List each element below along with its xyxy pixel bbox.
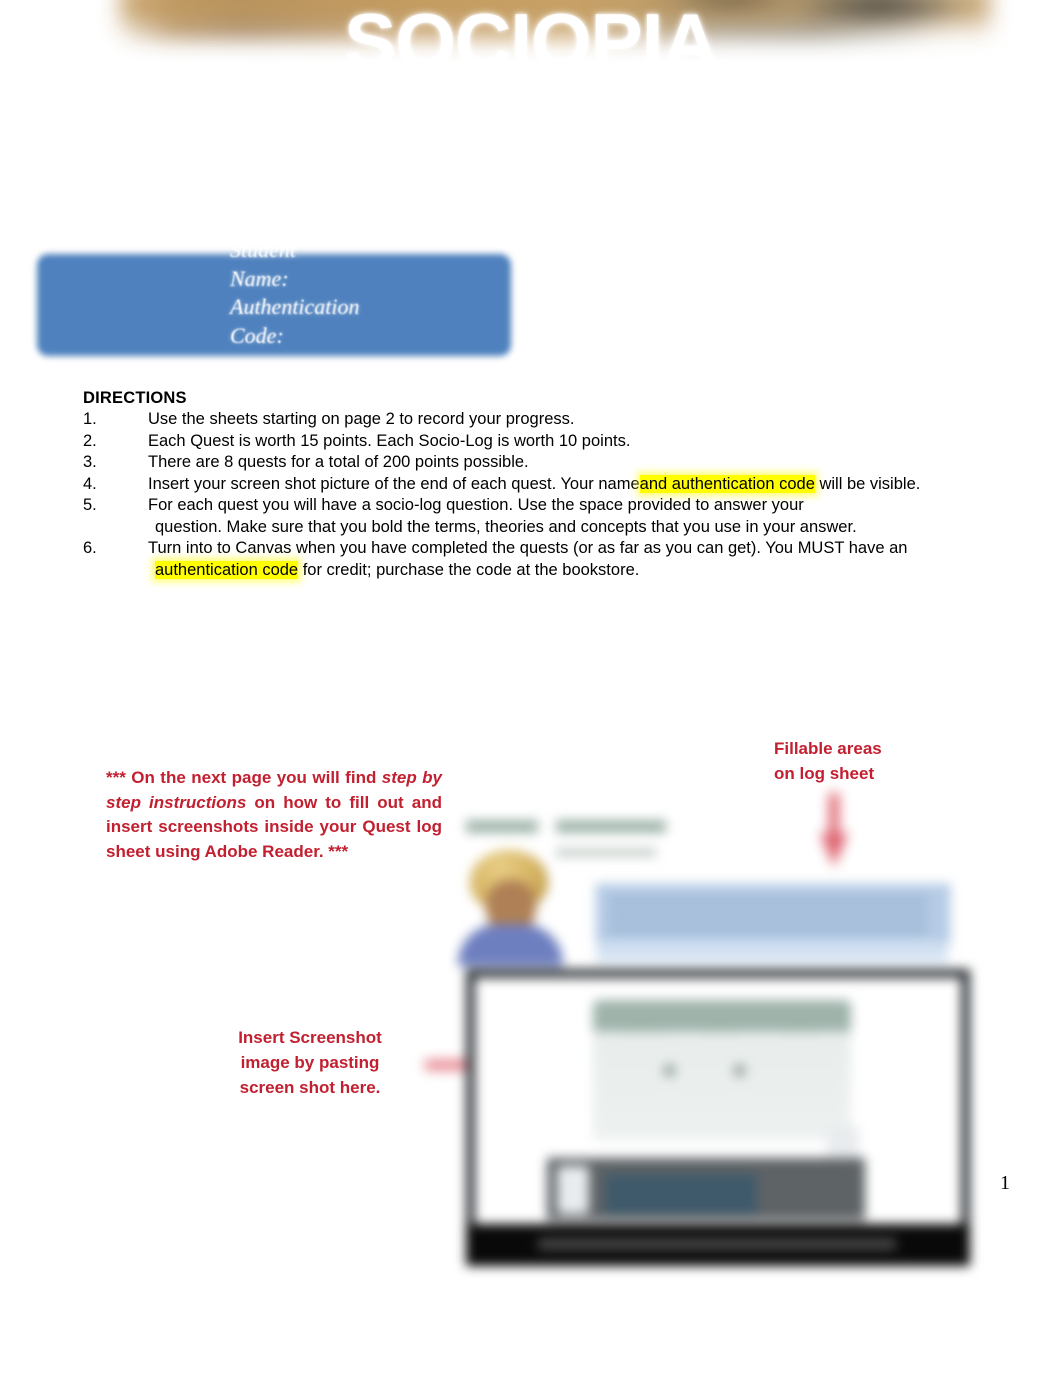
list-item-continuation: authentication code for credit; purchase… bbox=[83, 560, 1048, 582]
log-sheet-preview-image bbox=[448, 806, 988, 1286]
preview-heading-left bbox=[466, 820, 538, 833]
preview-shot-badge bbox=[557, 1166, 589, 1214]
list-item-number: 4. bbox=[83, 474, 97, 493]
directions-heading: DIRECTIONS bbox=[83, 389, 187, 407]
preview-shot-footer-inner bbox=[605, 1174, 757, 1214]
log-sheet-preview-graphic bbox=[448, 806, 988, 1286]
callout-line-3: screen shot here. bbox=[239, 1078, 381, 1097]
list-item-number: 1. bbox=[83, 410, 97, 428]
preview-screenshot-frame bbox=[466, 969, 970, 1266]
list-item: 4. Insert your screen shot picture of th… bbox=[83, 474, 1048, 496]
page-title: SOCIOPIA bbox=[344, 0, 718, 85]
preview-field-line bbox=[608, 926, 928, 932]
list-item-text: There are 8 quests for a total of 200 po… bbox=[148, 453, 529, 471]
callout-next-page: *** On the next page you will find step … bbox=[106, 766, 442, 864]
list-item-continuation-text: for credit; purchase the code at the boo… bbox=[298, 560, 640, 579]
list-item: 6. Turn into to Canvas when you have com… bbox=[83, 538, 1048, 560]
list-item-text: Turn into to Canvas when you have comple… bbox=[148, 539, 908, 557]
directions-section: DIRECTIONS 1. Use the sheets starting on… bbox=[83, 388, 1048, 581]
preview-shot-tab bbox=[781, 1016, 817, 1032]
avatar-body bbox=[458, 924, 563, 966]
page-number: 1 bbox=[1000, 1172, 1010, 1194]
student-info-labels: Student Name: Authentication Code: bbox=[230, 237, 360, 348]
preview-field-line bbox=[608, 898, 928, 904]
preview-shot-tab bbox=[625, 1016, 661, 1032]
list-item-number: 2. bbox=[83, 431, 97, 450]
list-item-continuation: question. Make sure that you bold the te… bbox=[155, 517, 857, 536]
preview-shot-dot bbox=[733, 1064, 746, 1077]
list-item-text-after: will be visible. bbox=[814, 474, 921, 493]
callout-line-1: Fillable areas bbox=[774, 739, 882, 758]
list-item: 2. Each Quest is worth 15 points. Each S… bbox=[83, 431, 1048, 453]
preview-shot-tab bbox=[703, 1016, 739, 1032]
callout-line-1: Insert Screenshot bbox=[238, 1028, 382, 1047]
highlighted-phrase: authentication code bbox=[155, 560, 299, 579]
callout-line-2: image by pasting bbox=[240, 1053, 380, 1072]
callout-line-1: *** On the next page you will find bbox=[106, 768, 382, 787]
preview-shot-dot bbox=[663, 1064, 676, 1077]
list-item-text-before: Insert your screen shot picture of the e… bbox=[148, 474, 640, 493]
preview-subheading bbox=[556, 848, 656, 857]
list-item: 3. There are 8 quests for a total of 200… bbox=[83, 452, 1048, 474]
list-item-number: 5. bbox=[83, 496, 97, 514]
highlighted-phrase: and authentication code bbox=[639, 474, 815, 493]
list-item-text: Use the sheets starting on page 2 to rec… bbox=[148, 410, 575, 428]
list-item-number: 6. bbox=[83, 539, 97, 557]
preview-fillable-field-secondary bbox=[596, 942, 948, 962]
preview-black-caption-text bbox=[538, 1238, 896, 1250]
list-item-text: Insert your screen shot picture of the e… bbox=[148, 474, 1048, 496]
list-item-text: Each Quest is worth 15 points. Each Soci… bbox=[148, 431, 631, 450]
header-banner: SOCIOPIA bbox=[0, 0, 1062, 95]
list-item-text: For each quest you will have a socio-log… bbox=[148, 496, 804, 514]
callout-insert-screenshot: Insert Screenshot image by pasting scree… bbox=[196, 1025, 424, 1100]
list-item: 5. For each quest you will have a socio-… bbox=[83, 495, 1048, 517]
list-item: 1. Use the sheets starting on page 2 to … bbox=[83, 409, 1048, 431]
list-item-number: 3. bbox=[83, 453, 97, 471]
callout-fillable-areas: Fillable areas on log sheet bbox=[774, 737, 1024, 786]
preview-heading-right bbox=[556, 820, 666, 833]
callout-line-2: on log sheet bbox=[774, 763, 875, 783]
preview-field-line bbox=[608, 912, 928, 918]
